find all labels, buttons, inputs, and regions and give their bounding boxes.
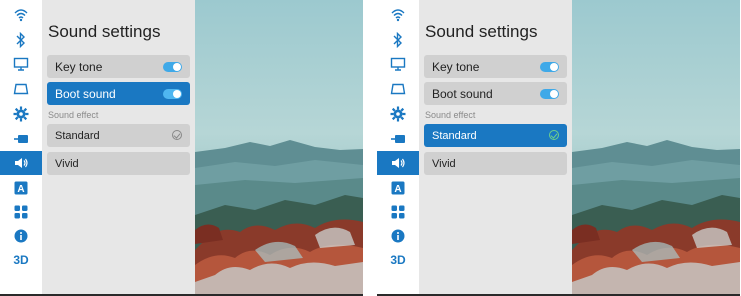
effect-vivid-label: Vivid <box>55 157 79 170</box>
apps-icon[interactable] <box>377 200 419 224</box>
effect-vivid-row[interactable]: Vivid <box>424 152 567 175</box>
gear-icon[interactable] <box>377 102 419 126</box>
key-tone-toggle[interactable] <box>540 62 559 72</box>
projection-icon[interactable] <box>0 77 42 101</box>
sound-settings-menu: Sound settings Key tone Boot sound Sound… <box>419 0 572 296</box>
sidebar: A 3D <box>377 0 419 296</box>
boot-sound-toggle[interactable] <box>163 89 182 99</box>
sidebar: A 3D <box>0 0 42 296</box>
svg-text:A: A <box>17 184 24 195</box>
speaker-icon[interactable] <box>0 151 42 175</box>
3d-label: 3D <box>13 253 29 267</box>
settings-screen-left: A 3D Sound settings Key tone Boot sound <box>0 0 363 296</box>
display-icon[interactable] <box>377 52 419 76</box>
key-tone-label: Key tone <box>432 59 480 74</box>
key-tone-row[interactable]: Key tone <box>47 55 190 78</box>
settings-screen-right: A 3D Sound settings Key tone Boot sound <box>377 0 740 296</box>
landscape-wallpaper <box>195 0 363 296</box>
input-source-icon[interactable] <box>0 127 42 151</box>
screenshot-pair: A 3D Sound settings Key tone Boot sound <box>0 0 741 296</box>
input-source-icon[interactable] <box>377 127 419 151</box>
3d-icon[interactable]: 3D <box>377 248 419 272</box>
sound-effect-heading: Sound effect <box>425 110 476 120</box>
boot-sound-label: Boot sound <box>55 86 116 101</box>
bluetooth-icon[interactable] <box>0 28 42 52</box>
display-icon[interactable] <box>0 52 42 76</box>
sound-effect-heading: Sound effect <box>48 110 99 120</box>
3d-icon[interactable]: 3D <box>0 248 42 272</box>
wifi-icon[interactable] <box>377 3 419 27</box>
gear-icon[interactable] <box>0 102 42 126</box>
language-icon[interactable]: A <box>0 176 42 200</box>
page-title: Sound settings <box>48 22 161 41</box>
effect-standard-label: Standard <box>55 129 100 142</box>
3d-label: 3D <box>390 253 406 267</box>
effect-standard-label: Standard <box>432 129 477 142</box>
key-tone-label: Key tone <box>55 59 103 74</box>
landscape-wallpaper <box>572 0 740 296</box>
svg-text:A: A <box>394 184 401 195</box>
effect-vivid-label: Vivid <box>432 157 456 170</box>
boot-sound-row[interactable]: Boot sound <box>424 82 567 105</box>
info-icon[interactable] <box>0 224 42 248</box>
check-icon <box>549 130 559 140</box>
wifi-icon[interactable] <box>0 3 42 27</box>
projection-icon[interactable] <box>377 77 419 101</box>
page-title: Sound settings <box>425 22 538 41</box>
apps-icon[interactable] <box>0 200 42 224</box>
key-tone-row[interactable]: Key tone <box>424 55 567 78</box>
effect-standard-row[interactable]: Standard <box>424 124 567 147</box>
sound-settings-menu: Sound settings Key tone Boot sound Sound… <box>42 0 195 296</box>
info-icon[interactable] <box>377 224 419 248</box>
boot-sound-toggle[interactable] <box>540 89 559 99</box>
effect-standard-row[interactable]: Standard <box>47 124 190 147</box>
boot-sound-label: Boot sound <box>432 86 493 101</box>
bluetooth-icon[interactable] <box>377 28 419 52</box>
effect-vivid-row[interactable]: Vivid <box>47 152 190 175</box>
language-icon[interactable]: A <box>377 176 419 200</box>
check-icon <box>172 130 182 140</box>
speaker-icon[interactable] <box>377 151 419 175</box>
boot-sound-row[interactable]: Boot sound <box>47 82 190 105</box>
key-tone-toggle[interactable] <box>163 62 182 72</box>
